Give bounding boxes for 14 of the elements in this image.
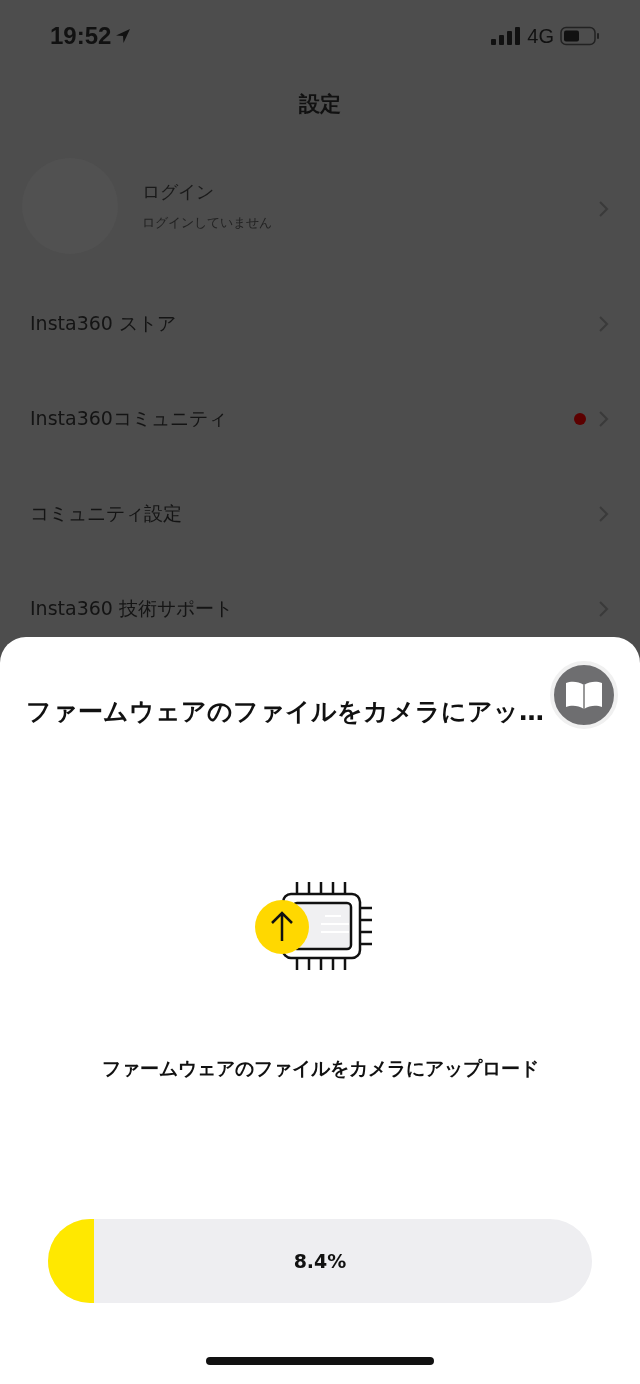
status-time: 19:52 [50,22,112,50]
menu-item[interactable]: Insta360 技術サポート [30,595,233,622]
page-title: 設定 [299,91,341,118]
book-icon [564,679,604,711]
battery-icon [560,26,600,46]
signal-icon [491,26,522,46]
network-label: 4G [527,24,554,48]
menu-item[interactable]: Insta360コミュニティ [30,405,227,432]
sheet-title: ファームウェアのファイルをカメラにアッ… [26,697,544,726]
location-arrow-icon [115,28,132,44]
progress-reading: 8.4% [293,1250,347,1272]
upload-message: ファームウェアのファイルをカメラにアップロード [101,1056,539,1081]
menu-item[interactable]: コミュニティ設定 [30,500,182,527]
menu-item[interactable]: Insta360 ストア [30,310,176,337]
